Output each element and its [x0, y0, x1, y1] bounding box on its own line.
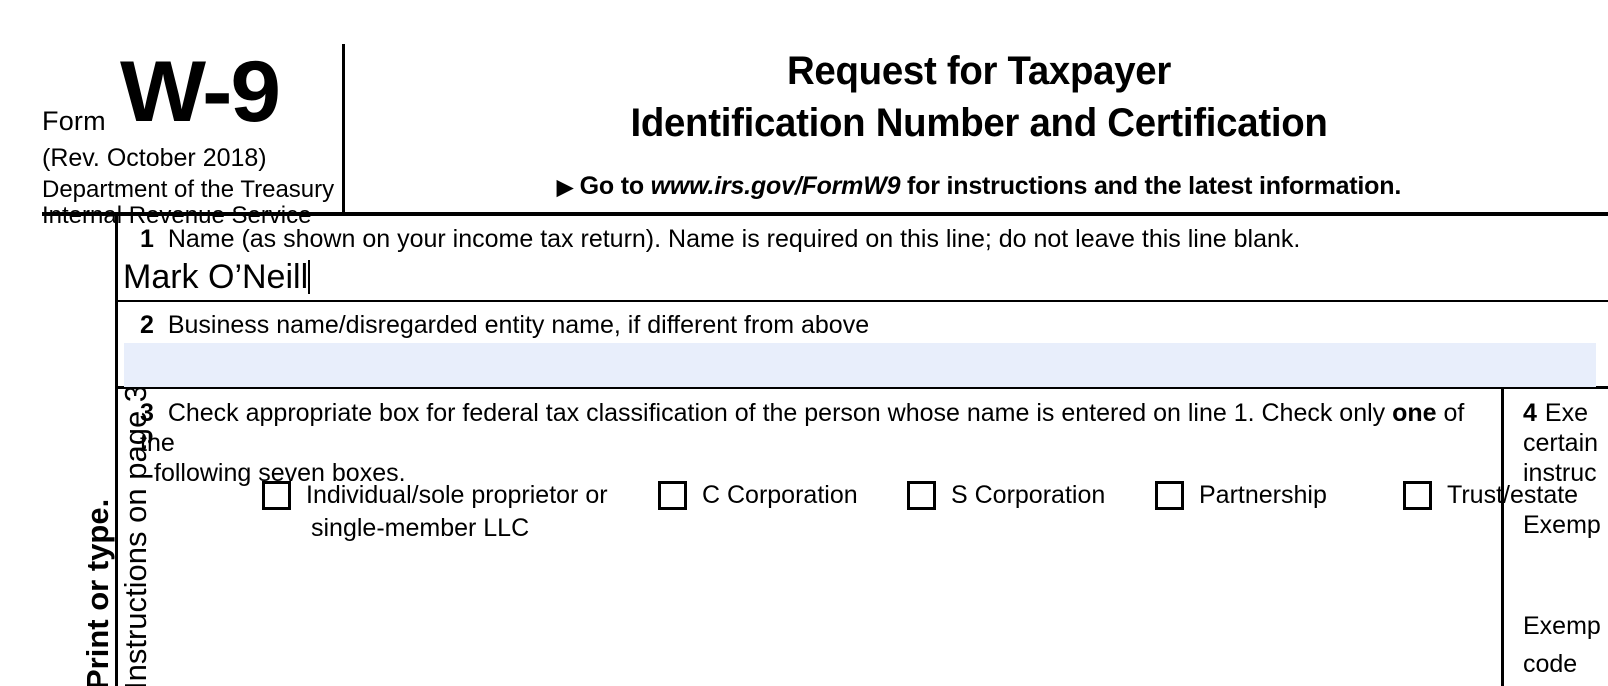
checkbox-s-corporation-icon[interactable]: [907, 481, 936, 510]
goto-suffix-text: for instructions and the latest informat…: [900, 172, 1402, 200]
name-input-value: Mark O’Neill: [123, 258, 309, 296]
exempt-fatca-line2: code: [1523, 650, 1578, 678]
line-3-number: 3: [140, 399, 154, 427]
exempt-fatca-code-label: Exemp code: [1523, 607, 1601, 683]
form-title-block: Request for Taxpayer Identification Numb…: [350, 0, 1608, 213]
form-body: Print or type. Instructions on page 3. 1…: [42, 212, 1608, 686]
row-line-3-classification: 3 Check appropriate box for federal tax …: [118, 389, 1608, 686]
form-header: Form W-9 (Rev. October 2018) Department …: [0, 0, 1608, 229]
text-cursor-icon: [308, 260, 311, 294]
line-2-label: 2 Business name/disregarded entity name,…: [140, 311, 869, 340]
line-4-label: 4 Exe certain instruc: [1523, 398, 1598, 488]
sidebar-rotated-text-wrap: Print or type. Instructions on page 3.: [42, 216, 153, 686]
form-title-line-2: Identification Number and Certification: [630, 101, 1328, 145]
checkbox-trust-estate-icon[interactable]: [1403, 481, 1432, 510]
form-identity-block: Form W-9 (Rev. October 2018) Department …: [42, 26, 342, 229]
form-number-w9: W-9: [120, 44, 281, 140]
line-3-label: 3 Check appropriate box for federal tax …: [140, 398, 1490, 488]
exempt-fatca-line1: Exemp: [1523, 612, 1601, 640]
business-name-input[interactable]: [124, 343, 1596, 387]
line-3-label-bold-one: one: [1392, 399, 1437, 427]
irs-formw9-url[interactable]: www.irs.gov/FormW9: [651, 172, 901, 200]
sidebar-print-or-type: Print or type. Instructions on page 3.: [42, 216, 153, 686]
checkbox-c-corporation-icon[interactable]: [658, 481, 687, 510]
form-word-label: Form: [42, 106, 106, 136]
checkbox-item-c-corporation[interactable]: C Corporation: [658, 481, 858, 511]
name-input[interactable]: Mark O’Neill: [123, 258, 311, 297]
checkbox-c-corporation-label: C Corporation: [702, 481, 858, 509]
checkbox-individual-label: Individual/sole proprietor or: [306, 481, 608, 509]
checkbox-item-partnership[interactable]: Partnership: [1155, 481, 1327, 511]
row-line-2-business-name: 2 Business name/disregarded entity name,…: [118, 302, 1608, 389]
line-4-label-line1: Exe: [1544, 399, 1588, 427]
checkbox-item-s-corporation[interactable]: S Corporation: [907, 481, 1105, 511]
sidebar-print-or-type-label: Print or type.: [80, 498, 115, 686]
form-rows: 1 Name (as shown on your income tax retu…: [118, 216, 1608, 686]
line-2-number: 2: [140, 311, 154, 339]
form-revision-date: (Rev. October 2018): [42, 144, 267, 172]
line-4-exemptions-column: 4 Exe certain instruc Exemp Exemp code: [1507, 389, 1608, 686]
right-triangle-icon: ▶: [556, 176, 573, 199]
form-title-line-1: Request for Taxpayer: [786, 49, 1172, 93]
checkbox-item-individual[interactable]: Individual/sole proprietor or single-mem…: [262, 481, 608, 542]
checkbox-individual-label-line2: single-member LLC: [311, 514, 530, 542]
department-treasury-label: Department of the Treasury: [42, 176, 335, 203]
line-2-label-text: Business name/disregarded entity name, i…: [167, 311, 870, 339]
checkbox-individual-icon[interactable]: [262, 481, 291, 510]
checkbox-partnership-label: Partnership: [1199, 481, 1327, 509]
classification-left-column: 3 Check appropriate box for federal tax …: [118, 389, 1578, 686]
header-vertical-divider: [342, 44, 345, 213]
checkbox-partnership-icon[interactable]: [1155, 481, 1184, 510]
line-4-number: 4: [1523, 399, 1537, 427]
exempt-payee-code-label: Exemp: [1523, 511, 1601, 539]
line-1-number: 1: [140, 225, 154, 253]
goto-prefix-text: Go to: [579, 172, 651, 200]
line-4-label-line2: certain: [1523, 429, 1599, 457]
line-1-label: 1 Name (as shown on your income tax retu…: [140, 225, 1300, 254]
line-3-label-part1: Check appropriate box for federal tax cl…: [167, 399, 1393, 427]
line-4-label-line3: instruc: [1523, 459, 1597, 487]
row-line-1-name: 1 Name (as shown on your income tax retu…: [118, 216, 1608, 302]
w9-form-page: Form W-9 (Rev. October 2018) Department …: [0, 0, 1608, 686]
line-1-label-text: Name (as shown on your income tax return…: [167, 225, 1301, 253]
goto-instructions-line: ▶ Go to www.irs.gov/FormW9 for instructi…: [350, 172, 1608, 201]
checkbox-s-corporation-label: S Corporation: [951, 481, 1106, 509]
